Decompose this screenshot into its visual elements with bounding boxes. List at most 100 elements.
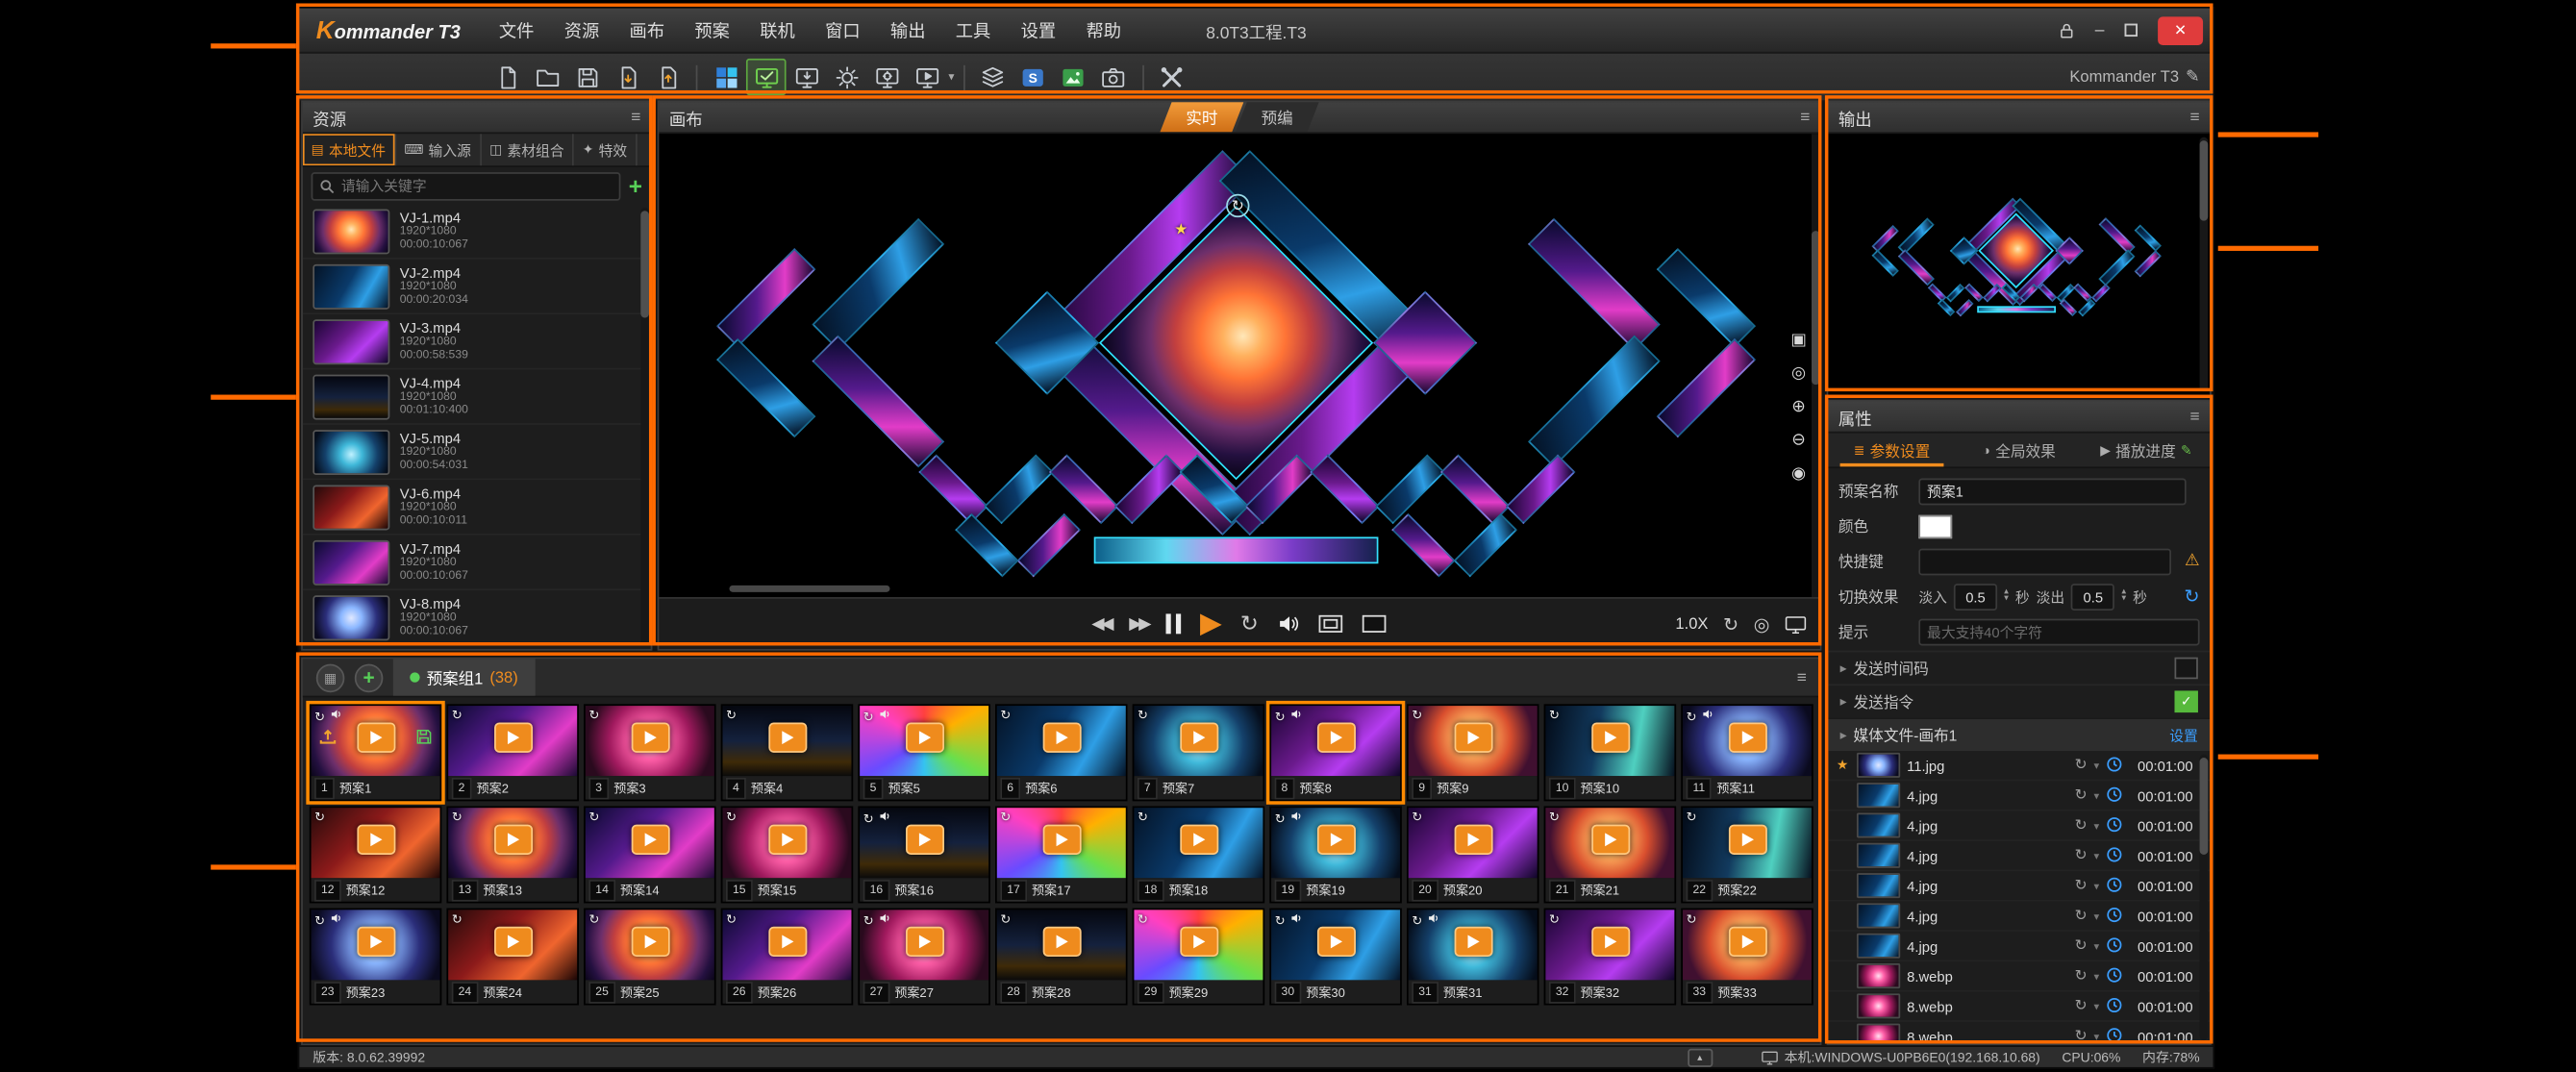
clock-icon[interactable] [2106,966,2122,986]
hamburger-icon[interactable]: ≡ [2189,108,2199,126]
menu-output[interactable]: 输出 [875,9,940,52]
canvas-layer[interactable] [1657,338,1756,437]
preset-card-32[interactable]: ↻32预案32 [1544,909,1676,1006]
media-file-row[interactable]: 4.jpg↻▾00:01:00 [1828,932,2210,961]
fit-screen-icon[interactable]: ▣ [1790,331,1806,349]
screen-manage-icon[interactable] [746,59,787,95]
volume-button[interactable] [1277,612,1300,636]
toggle-row-1[interactable]: ▸发送时间码 [1828,651,2210,685]
preset-play-button[interactable] [1179,825,1217,855]
chevron-down-icon[interactable]: ▾ [2094,788,2100,802]
menu-settings[interactable]: 设置 [1006,9,1071,52]
canvas-vscrollbar[interactable] [1812,134,1820,597]
preset-card-4[interactable]: ↻4预案4 [721,704,853,801]
hotkey-input[interactable] [1918,548,2171,575]
checkbox[interactable]: ✓ [2174,690,2197,712]
canvas-layer[interactable] [955,513,1018,577]
loop-icon[interactable]: ↻ [2074,907,2087,925]
canvas-layer[interactable] [716,248,815,347]
color-swatch[interactable] [1918,514,1952,537]
canvas-hscrollbar[interactable] [729,586,889,592]
media-file-row[interactable]: 4.jpg↻▾00:01:00 [1828,902,2210,932]
play-button[interactable]: ▶ [1200,607,1222,640]
tray-arrow-icon[interactable]: ▴ [1688,1048,1713,1066]
import-icon[interactable] [607,59,647,95]
media-section-header[interactable]: ▸ 媒体文件-画布1 设置 [1828,717,2210,751]
preset-card-33[interactable]: ↻33预案33 [1681,909,1813,1006]
star-icon[interactable]: ★ [1835,758,1850,773]
preset-card-1[interactable]: ↻1预案1 [310,704,441,801]
clock-icon[interactable] [2106,785,2122,806]
clock-icon[interactable] [2106,996,2122,1016]
canvas-layer[interactable] [1657,248,1756,347]
settings-link[interactable]: 设置 [2169,725,2198,745]
preset-card-19[interactable]: ↻19预案19 [1269,806,1401,903]
pause-button[interactable] [1166,613,1182,634]
preset-play-button[interactable] [767,927,806,957]
tip-input[interactable]: 最大支持40个字符 [1918,618,2199,645]
preset-play-button[interactable] [493,927,532,957]
save-icon[interactable] [567,59,608,95]
rewind-button[interactable]: ◀◀ [1091,614,1111,633]
preset-play-button[interactable] [767,723,806,753]
menu-resource[interactable]: 资源 [549,9,614,52]
resource-file-row[interactable]: VJ-3.mp41920*108000:00:58:539 [303,314,651,369]
preset-card-29[interactable]: ↻29预案29 [1133,909,1264,1006]
loop-icon[interactable]: ↻ [2074,756,2087,774]
preset-card-13[interactable]: ↻13预案13 [446,806,578,903]
loop-icon[interactable]: ↻ [2074,966,2087,985]
preset-play-button[interactable] [631,927,669,957]
media-file-row[interactable]: 8.webp↻▾00:01:00 [1828,961,2210,991]
stepper-icons[interactable]: ▴▾ [2004,591,2009,601]
preset-card-28[interactable]: ↻28预案28 [995,909,1127,1006]
layers-icon[interactable] [973,59,1013,95]
canvas-layer[interactable] [918,454,988,524]
properties-tab-2[interactable]: ◑全局效果 [1956,434,2083,467]
loop-icon[interactable]: ↻ [2074,936,2087,955]
blackout-button[interactable] [1363,613,1388,634]
camera-icon[interactable] [1093,59,1134,95]
chevron-down-icon[interactable]: ▾ [948,70,954,84]
preset-play-button[interactable] [1728,927,1766,957]
preset-card-5[interactable]: ↻5预案5 [858,704,989,801]
center-view-icon[interactable]: ◎ [1754,613,1770,636]
menu-canvas[interactable]: 画布 [614,9,680,52]
preset-card-9[interactable]: ↻9预案9 [1407,704,1538,801]
close-button[interactable]: ✕ [2158,16,2203,45]
menu-plan[interactable]: 预案 [680,9,745,52]
transition-refresh-icon[interactable]: ↻ [2185,586,2200,608]
canvas-layer[interactable] [1506,454,1576,524]
preset-play-button[interactable] [905,825,943,855]
preset-play-button[interactable] [1316,723,1355,753]
media-file-row[interactable]: 8.webp↻▾00:01:00 [1828,992,2210,1022]
locate-icon[interactable]: ◎ [1790,364,1806,383]
clock-icon[interactable] [2106,845,2122,865]
media-file-row[interactable]: ★11.jpg↻▾00:01:00 [1828,751,2210,781]
preset-play-button[interactable] [631,825,669,855]
canvas-viewport[interactable]: ★ ↻ ▣ ◎ ⊕ ⊖ ◉ [659,134,1819,597]
preset-play-button[interactable] [357,723,395,753]
menu-file[interactable]: 文件 [484,9,549,52]
chevron-down-icon[interactable]: ▾ [2094,759,2100,772]
preset-play-button[interactable] [357,927,395,957]
lock-icon[interactable] [2058,21,2076,39]
zoom-in-icon[interactable]: ⊕ [1790,398,1806,416]
plan-name-input[interactable]: 预案1 [1918,478,2186,505]
resources-tab-2[interactable]: ⌨输入源 [396,134,482,165]
preset-group-icon[interactable]: ▦ [316,663,345,692]
resources-tab-4[interactable]: ✦特效 [574,134,638,165]
toggle-row-2[interactable]: ▸发送指令✓ [1828,685,2210,718]
preset-play-button[interactable] [1454,927,1492,957]
resources-tab-3[interactable]: ◫素材组合 [481,134,574,165]
preset-play-button[interactable] [1042,723,1081,753]
preset-play-button[interactable] [1179,723,1217,753]
add-resource-button[interactable]: + [629,174,642,197]
open-folder-icon[interactable] [527,59,567,95]
fade-out-input[interactable]: 0.5 [2071,583,2114,610]
preset-play-button[interactable] [1590,723,1629,753]
menu-online[interactable]: 联机 [745,9,811,52]
preset-play-button[interactable] [1454,723,1492,753]
preset-play-button[interactable] [1316,825,1355,855]
preset-card-7[interactable]: ↻7预案7 [1133,704,1264,801]
resource-file-row[interactable]: VJ-7.mp41920*108000:00:10:067 [303,536,651,590]
